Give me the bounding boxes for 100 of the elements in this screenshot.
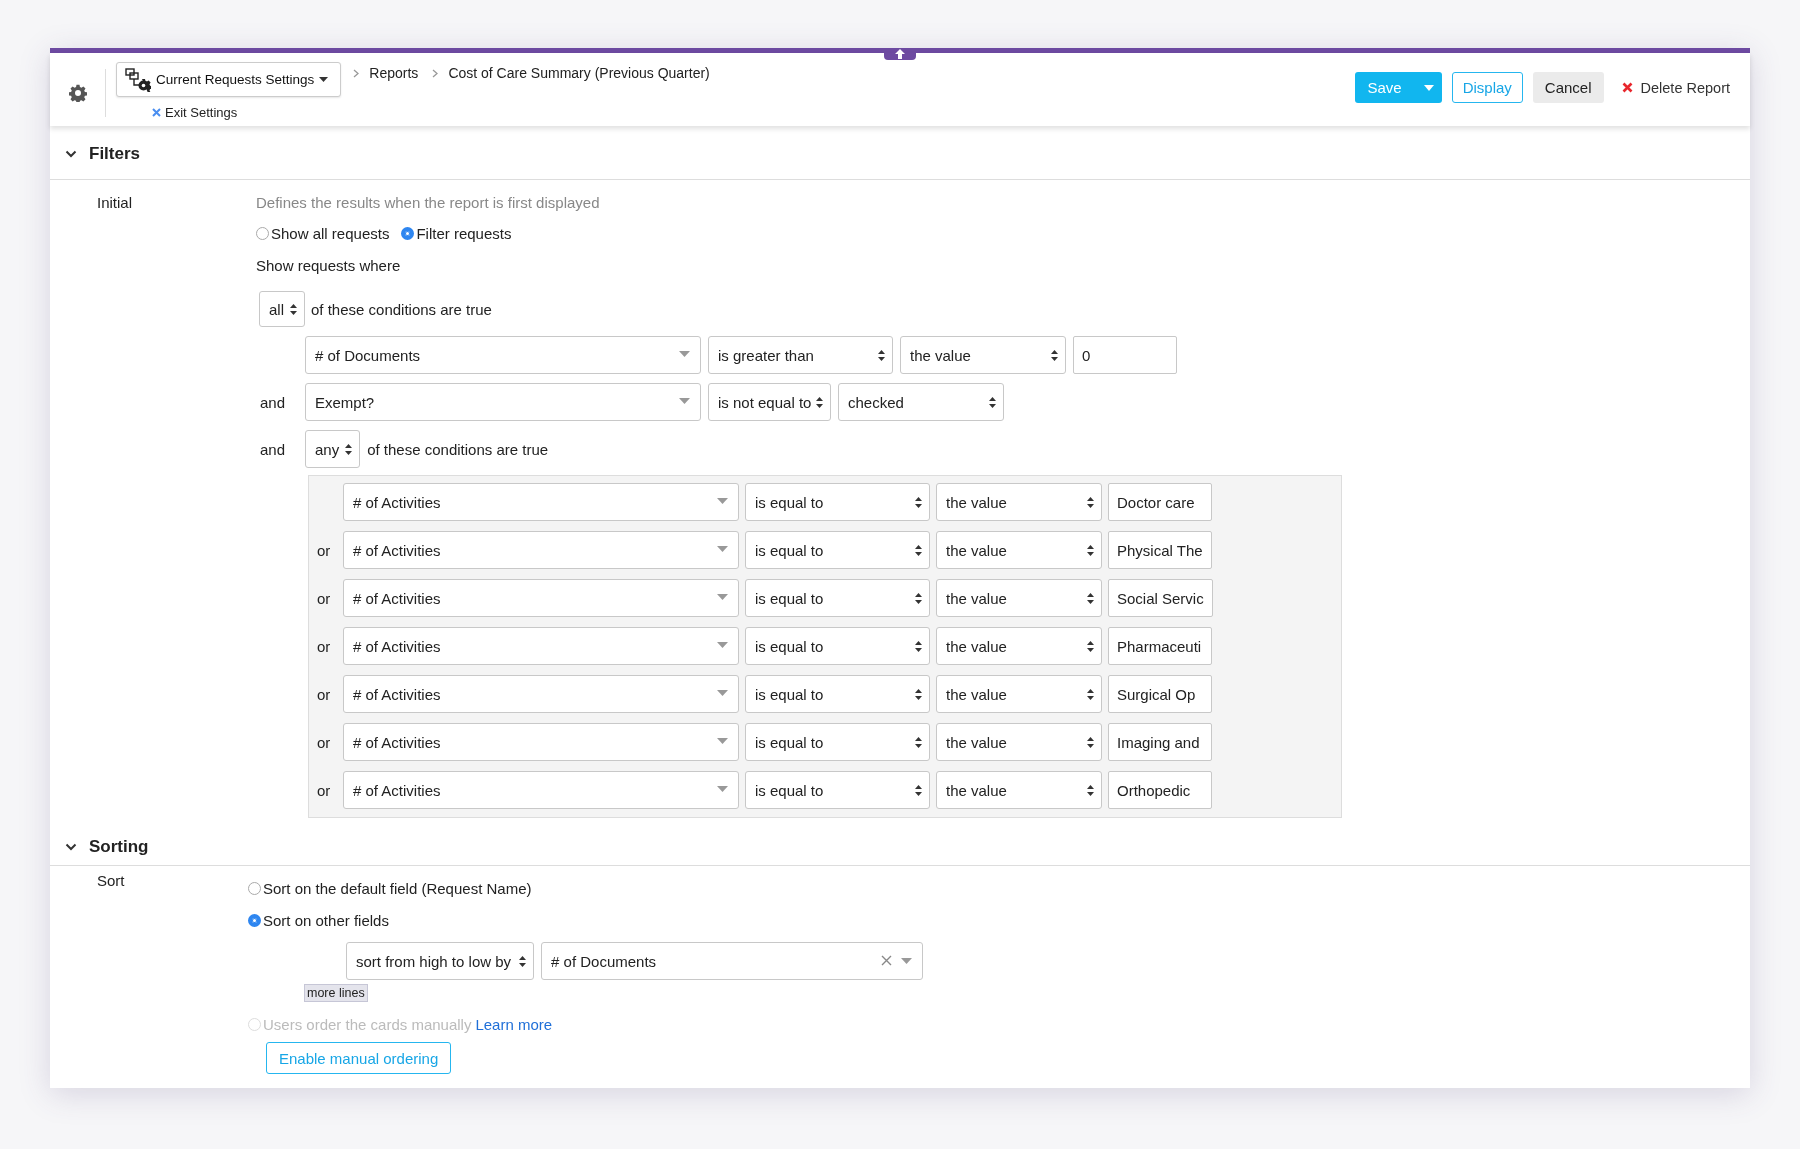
collapse-tab[interactable]: [884, 48, 916, 60]
field-select[interactable]: # of Activities: [343, 675, 739, 713]
connector-text: and: [259, 440, 287, 458]
sort-arrows-icon: [290, 304, 297, 315]
sort-arrows-icon: [915, 545, 922, 556]
save-options-button[interactable]: [1415, 72, 1442, 103]
more-lines-button[interactable]: more lines: [304, 984, 368, 1002]
condition-text: of these conditions are true: [311, 300, 492, 318]
operator-select[interactable]: is equal to: [745, 483, 930, 521]
field-select[interactable]: Exempt?: [305, 383, 701, 421]
settings-icon[interactable]: [68, 84, 87, 102]
description-text: Defines the results when the report is first displayed: [256, 194, 600, 211]
compare-select[interactable]: the value: [900, 336, 1066, 374]
sort-arrows-icon: [915, 497, 922, 508]
connector-text: or: [317, 589, 331, 607]
field-select[interactable]: # of Activities: [343, 771, 739, 809]
field-select[interactable]: # of Activities: [343, 531, 739, 569]
operator-select[interactable]: is equal to: [745, 627, 930, 665]
value-field[interactable]: Orthopedic: [1108, 771, 1212, 809]
compare-select[interactable]: the value: [936, 771, 1102, 809]
sort-arrows-icon: [989, 397, 996, 408]
breadcrumb-link[interactable]: Reports: [369, 65, 419, 81]
connector-text: or: [317, 637, 331, 655]
connector-text: or: [317, 733, 331, 751]
operator-select[interactable]: is equal to: [745, 579, 930, 617]
operator-select[interactable]: is equal to: [745, 675, 930, 713]
field-select[interactable]: # of Activities: [343, 483, 739, 521]
radio-button[interactable]: [248, 881, 261, 895]
value-field[interactable]: Social Servic: [1108, 579, 1213, 617]
chevron-right-icon: [353, 68, 360, 78]
radio-button[interactable]: [256, 227, 269, 240]
chevron-right-icon: [432, 68, 439, 78]
chevron-down-icon[interactable]: [65, 842, 77, 851]
delete-report-link[interactable]: Delete Report: [1621, 79, 1730, 96]
connector-text: and: [259, 393, 287, 411]
field-select[interactable]: # of Activities: [343, 579, 739, 617]
instruction-text: Show requests where: [256, 257, 401, 274]
radio-button[interactable]: [248, 913, 261, 927]
value-field[interactable]: Pharmaceuti: [1108, 627, 1212, 665]
field-select[interactable]: # of Activities: [343, 723, 739, 761]
dropdown-arrow-icon: [901, 957, 913, 964]
operator-select[interactable]: is greater than: [708, 336, 893, 374]
dropdown-arrow-icon: [679, 351, 690, 357]
dropdown-arrow-icon: [717, 690, 728, 696]
sort-arrows-icon: [1087, 737, 1094, 748]
sort-arrows-icon: [1087, 497, 1094, 508]
sort-direction-select[interactable]: sort from high to low by: [346, 942, 535, 980]
cancel-button[interactable]: Cancel: [1532, 72, 1604, 103]
sort-arrows-icon: [1087, 641, 1094, 652]
field-label: Sort: [97, 872, 126, 891]
radio-option[interactable]: Sort on the default field (Request Name): [248, 872, 532, 904]
condition-text: of these conditions are true: [367, 440, 549, 458]
match-select[interactable]: any: [305, 430, 361, 468]
compare-select[interactable]: the value: [936, 531, 1102, 569]
sort-arrows-icon: [816, 397, 823, 408]
compare-select[interactable]: the value: [936, 483, 1102, 521]
compare-select[interactable]: checked: [838, 383, 1004, 421]
radio-option[interactable]: Filter requests: [401, 225, 512, 242]
field-select[interactable]: # of Activities: [343, 627, 739, 665]
compare-select[interactable]: the value: [936, 579, 1102, 617]
sort-arrows-icon: [1051, 350, 1058, 361]
value-field[interactable]: Imaging and: [1108, 723, 1212, 761]
sort-arrows-icon: [519, 956, 527, 967]
connector-text: or: [317, 781, 331, 799]
operator-select[interactable]: is equal to: [745, 723, 930, 761]
radio-button[interactable]: [401, 227, 415, 240]
sort-arrows-icon: [345, 444, 353, 455]
compare-select[interactable]: the value: [936, 675, 1102, 713]
sort-arrows-icon: [915, 737, 922, 748]
dropdown-arrow-icon: [717, 738, 728, 744]
value-field[interactable]: Doctor care: [1108, 483, 1212, 521]
radio-option[interactable]: Sort on other fields: [248, 904, 389, 936]
dropdown-arrow-icon: [717, 546, 728, 552]
operator-select[interactable]: is not equal to: [708, 383, 831, 421]
field-label: Initial: [97, 194, 134, 213]
value-field[interactable]: Surgical Op: [1108, 675, 1212, 713]
sort-arrows-icon: [915, 593, 922, 604]
operator-select[interactable]: is equal to: [745, 531, 930, 569]
value-field[interactable]: Physical The: [1108, 531, 1212, 569]
field-select[interactable]: # of Documents: [305, 336, 701, 374]
sort-arrows-icon: [1087, 545, 1094, 556]
sort-arrows-icon: [915, 689, 922, 700]
compare-select[interactable]: the value: [936, 627, 1102, 665]
dropdown-arrow-icon: [679, 398, 690, 404]
sort-field-select[interactable]: # of Documents: [541, 942, 924, 980]
clear-icon[interactable]: [881, 955, 893, 966]
compare-select[interactable]: the value: [936, 723, 1102, 761]
sort-arrows-icon: [915, 785, 922, 796]
close-icon: [1621, 82, 1633, 93]
settings-menu-button[interactable]: Current Requests Settings: [116, 62, 342, 97]
caret-icon: [319, 77, 329, 82]
radio-option[interactable]: Show all requests: [256, 225, 390, 242]
value-field[interactable]: 0: [1073, 336, 1177, 374]
dropdown-arrow-icon: [717, 498, 728, 504]
operator-select[interactable]: is equal to: [745, 771, 930, 809]
chevron-down-icon[interactable]: [65, 150, 77, 158]
exit-settings-link[interactable]: Exit Settings: [152, 105, 238, 120]
match-select[interactable]: all: [259, 291, 305, 327]
section-title: Filters: [89, 144, 141, 164]
radio-label: Users order the cards manually: [263, 1015, 472, 1033]
